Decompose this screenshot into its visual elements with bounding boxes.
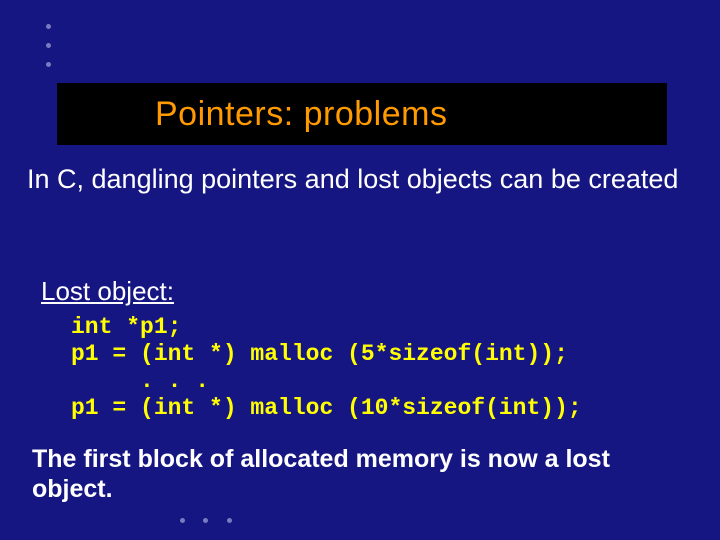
title-bar: Pointers: problems <box>57 83 667 145</box>
dot-icon <box>227 518 232 523</box>
dot-icon <box>46 43 51 48</box>
slide-title: Pointers: problems <box>155 95 447 134</box>
decorative-dots-bottom <box>180 512 246 530</box>
intro-text: In C, dangling pointers and lost objects… <box>27 164 690 196</box>
dot-icon <box>46 24 51 29</box>
decorative-dots-top <box>46 24 51 81</box>
conclusion-text: The first block of allocated memory is n… <box>32 444 680 504</box>
dot-icon <box>46 62 51 67</box>
code-block: int *p1; p1 = (int *) malloc (5*sizeof(i… <box>71 314 710 423</box>
subheading: Lost object: <box>41 276 174 307</box>
dot-icon <box>180 518 185 523</box>
dot-icon <box>203 518 208 523</box>
